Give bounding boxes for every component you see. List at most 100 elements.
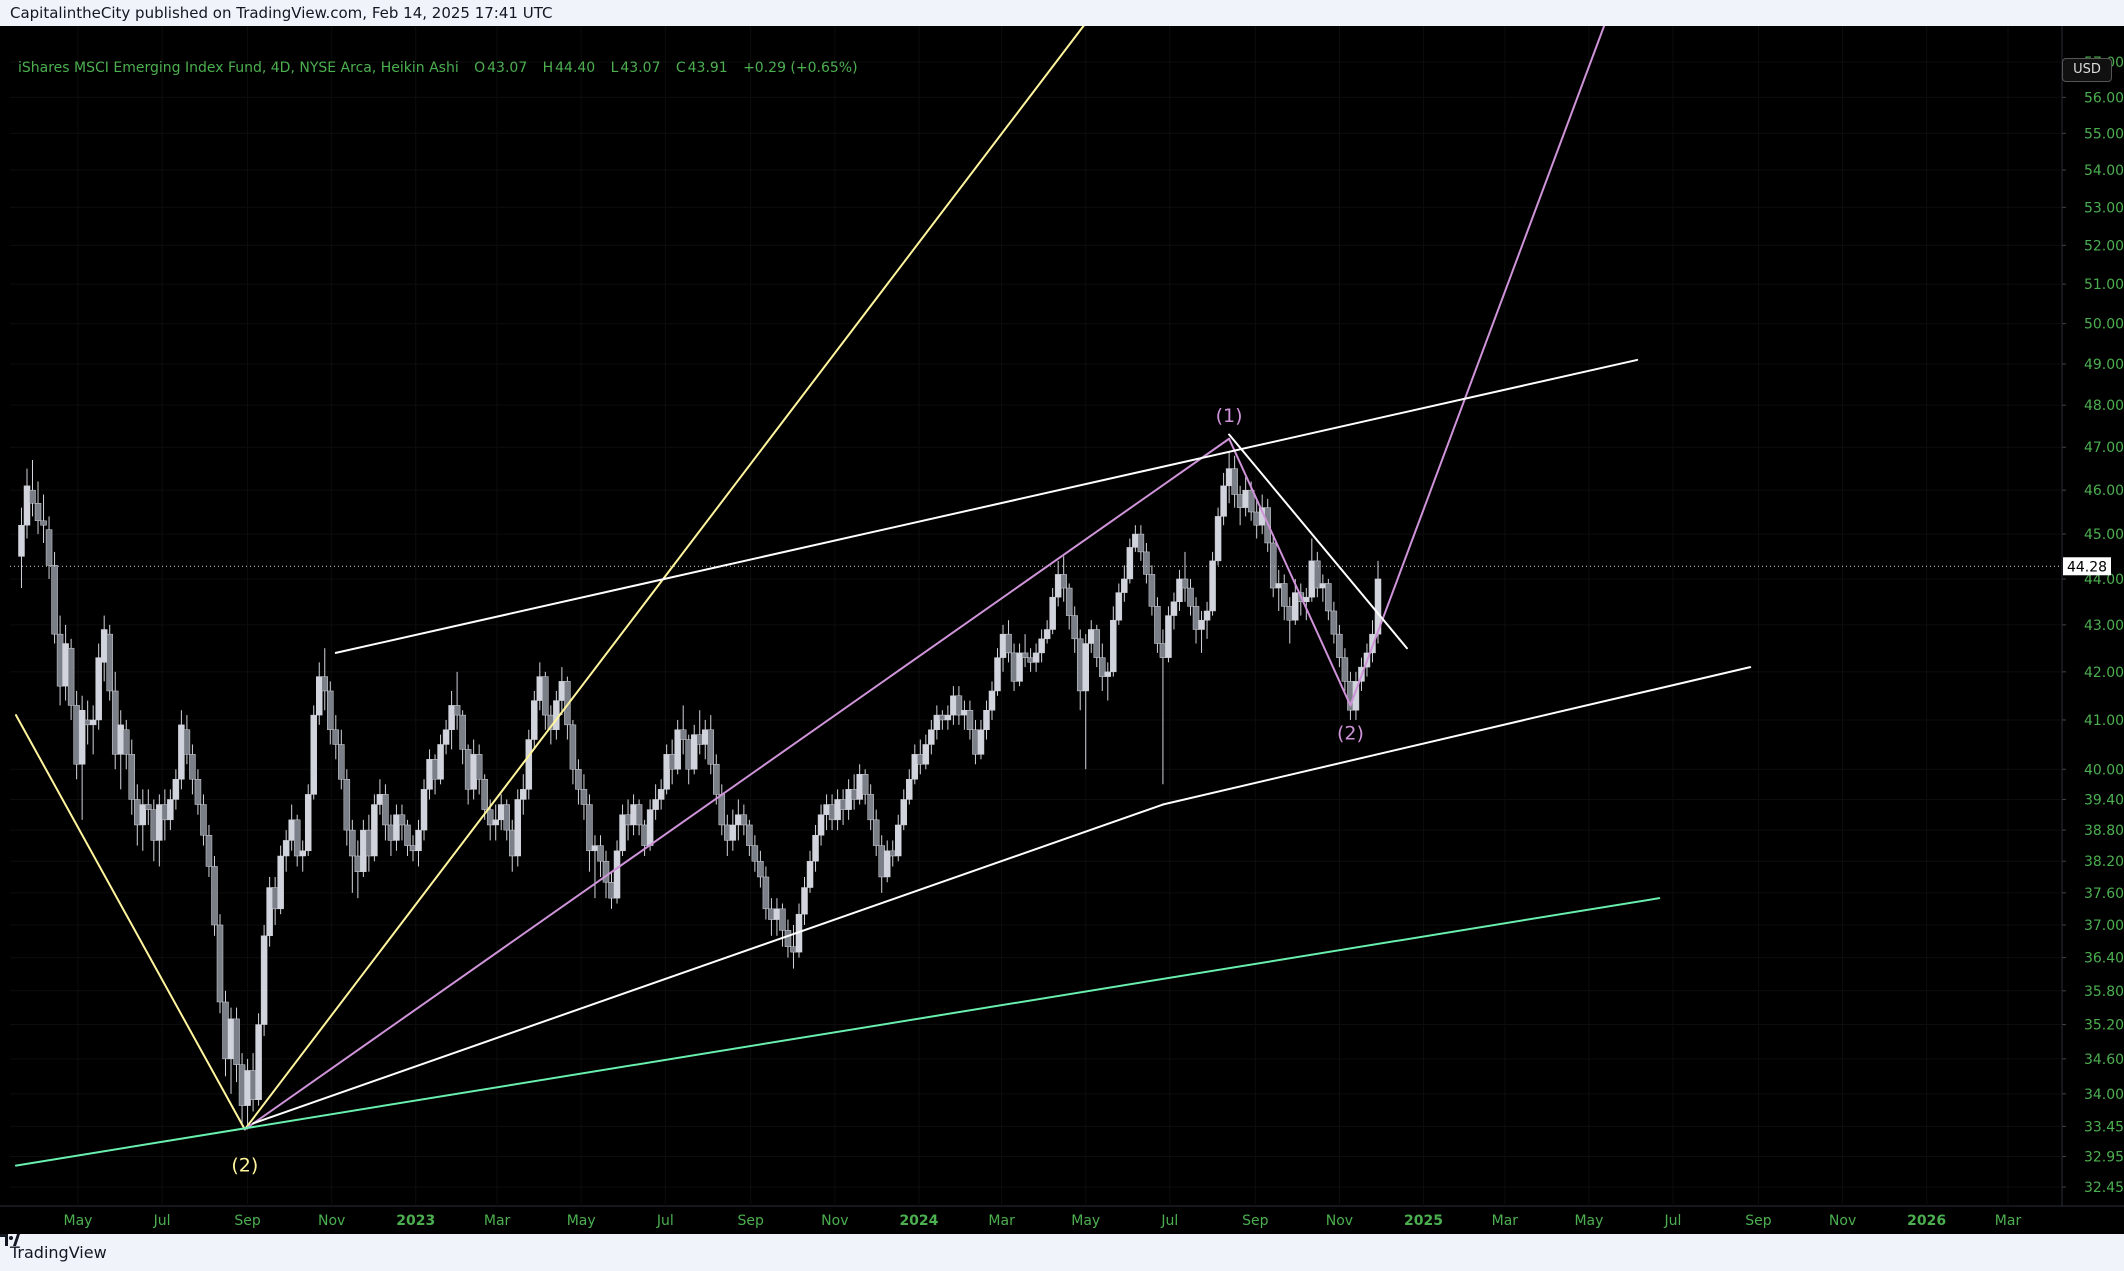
candle-body [779,908,786,931]
candle-body [62,643,69,687]
footer-bar: TradingView [0,1234,2124,1271]
candle [299,840,306,872]
candle-body [531,700,538,740]
candle [51,551,58,644]
wave-labels: (1) (2) (2) [231,405,1364,1177]
candle [624,799,632,841]
candle [883,840,891,883]
y-tick-label: 34.60 [2084,1052,2124,1068]
candle [757,850,764,888]
candle-body [1060,574,1067,589]
candle [1159,629,1167,785]
candle [23,468,31,539]
candle [1269,534,1277,598]
candle-body [1341,657,1349,682]
candle [1054,560,1062,607]
candle-body [575,769,582,790]
candle [78,695,86,820]
candle-body [900,799,908,826]
candle [161,789,169,841]
candle [872,809,880,857]
candle [525,729,533,800]
candle-body [266,887,273,937]
candle-body [1275,583,1282,589]
candle-body [806,860,814,888]
candle [630,794,637,836]
candle-body [729,824,737,841]
y-tick-label: 38.20 [2084,854,2124,870]
candle [310,705,317,800]
x-tick-label: Jul [1160,1213,1178,1229]
candle-body [404,824,411,846]
candle-body [332,729,340,745]
y-tick-label: 35.20 [2084,1018,2124,1034]
candle [955,686,963,725]
candle [613,840,621,904]
candle-body [470,754,477,790]
candle-body [663,754,670,790]
candle [806,850,814,893]
candle [983,700,990,740]
chart-area[interactable]: (1)(2)(2) 57.0056.0055.0054.0053.0052.00… [0,26,2124,1234]
price-chart[interactable]: (1)(2)(2) 57.0056.0055.0054.0053.0052.00… [0,26,2124,1234]
candle-body [205,835,213,867]
candle [40,494,47,543]
candle [45,516,53,579]
y-tick-label: 52.00 [2084,238,2124,254]
candle-body [850,789,858,800]
candle-body [56,633,64,687]
candle [1016,643,1023,687]
candle-body [51,565,58,635]
currency-button[interactable]: USD [2062,58,2112,82]
candle [619,804,626,857]
candle [663,744,670,795]
candle [1187,578,1194,616]
candle-body [1121,578,1128,593]
candle [1143,542,1150,584]
candle-body [150,809,158,841]
candle-body [365,829,373,857]
candle [867,784,874,831]
x-tick-label: Mar [1492,1213,1519,1229]
y-tick-label: 56.00 [2084,90,2124,106]
y-tick-label: 40.00 [2084,762,2124,778]
candle-body [304,794,312,852]
candle-body [453,705,461,716]
candle [1005,620,1012,663]
candle-body [674,729,681,770]
candle [1203,601,1211,639]
time-axis: May Jul Sep Nov 2023 Mar May Jul Sep Nov 2024 Mar Ma… [64,1213,2022,1229]
candle-body [608,881,615,899]
candle [746,819,753,857]
low-value: 43.07 [620,60,661,76]
candle [382,784,389,841]
candle [1214,507,1222,566]
close-label: C [675,60,686,76]
x-tick-label: May [64,1213,93,1229]
candle-body [1269,542,1277,589]
candle [398,804,406,841]
candle-body [641,824,648,846]
candle-body [591,845,599,852]
candle-body [437,744,444,780]
candle [62,624,69,701]
candle-body [1082,643,1089,692]
candle-body [464,749,472,790]
candle [128,739,136,815]
candle [117,710,124,790]
candle [29,460,36,517]
candle-body [635,804,643,826]
x-tick-label: Nov [1326,1213,1353,1229]
candle [437,734,444,785]
x-tick-label: 2025 [1404,1213,1443,1229]
candle [944,705,952,730]
candle [349,819,356,893]
y-tick-label: 45.00 [2084,527,2124,543]
candle-body [327,690,334,730]
pink-wave-3-line [1349,26,1606,707]
y-tick-label: 41.00 [2084,713,2124,729]
candle-body [200,804,207,836]
candle [674,719,681,775]
candle-body [917,754,924,765]
candle-body [161,804,169,821]
